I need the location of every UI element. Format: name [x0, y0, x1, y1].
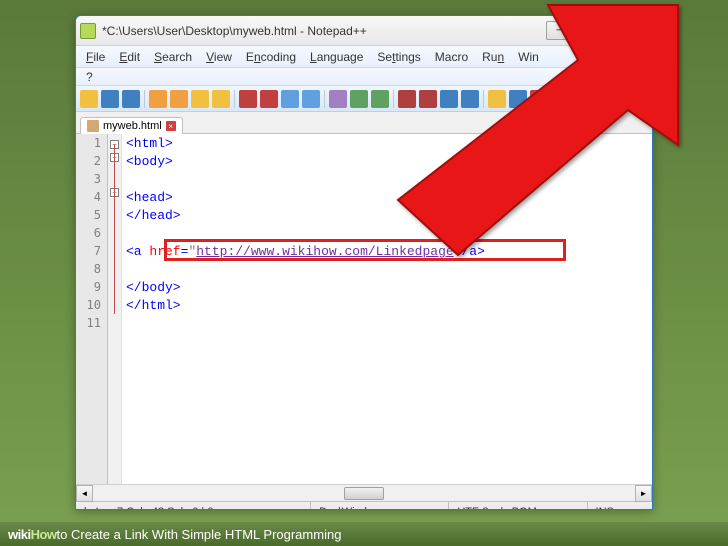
line-number: 7 — [76, 244, 107, 262]
fold-column: − − − — [108, 134, 122, 484]
toolbar-button[interactable] — [440, 90, 458, 108]
toolbar-button[interactable] — [419, 90, 437, 108]
line-number: 1 — [76, 136, 107, 154]
minimize-button[interactable]: ─ — [546, 21, 574, 40]
line-number: 11 — [76, 316, 107, 334]
line-number: 6 — [76, 226, 107, 244]
maximize-button[interactable]: ☐ — [576, 21, 604, 40]
app-window: *C:\Users\User\Desktop\myweb.html - Note… — [75, 15, 653, 510]
statusbar: le Ln : 7 Col : 43 Sel : 0 | 0 Dos\Windo… — [76, 501, 652, 510]
menu-view[interactable]: View — [199, 48, 239, 66]
toolbar-button[interactable] — [212, 90, 230, 108]
window-title: *C:\Users\User\Desktop\myweb.html - Note… — [102, 24, 546, 38]
toolbar-button[interactable] — [149, 90, 167, 108]
line-number: 4 — [76, 190, 107, 208]
toolbar-button[interactable] — [329, 90, 347, 108]
tab-myweb[interactable]: myweb.html × — [80, 117, 183, 134]
menu-macro[interactable]: Macro — [428, 48, 475, 66]
footer-caption: wikiHow to Create a Link With Simple HTM… — [0, 522, 728, 546]
code-area[interactable]: <html><body> <head></head> <a href="http:/… — [122, 134, 652, 484]
toolbar-button[interactable] — [122, 90, 140, 108]
toolbar-button[interactable] — [530, 90, 548, 108]
line-number-gutter: 1234567891011 — [76, 134, 108, 484]
close-button[interactable]: ✕ — [606, 21, 648, 40]
line-number: 9 — [76, 280, 107, 298]
scroll-left-icon[interactable]: ◄ — [76, 485, 93, 502]
wikihow-logo: wikiHow — [8, 527, 57, 542]
toolbar-button[interactable] — [371, 90, 389, 108]
tab-close-icon[interactable]: × — [166, 121, 176, 131]
code-line[interactable]: <body> — [126, 154, 648, 172]
toolbar-button[interactable] — [191, 90, 209, 108]
scroll-thumb[interactable] — [344, 487, 384, 500]
menubar-row2: ? — [76, 68, 652, 86]
code-line[interactable] — [126, 172, 648, 190]
toolbar-button[interactable] — [101, 90, 119, 108]
line-number: 10 — [76, 298, 107, 316]
horizontal-scrollbar[interactable]: ◄ ► — [76, 484, 652, 501]
status-position: le Ln : 7 Col : 43 Sel : 0 | 0 — [76, 502, 311, 510]
toolbar-button[interactable] — [302, 90, 320, 108]
toolbar-button[interactable] — [461, 90, 479, 108]
toolbar-button[interactable] — [398, 90, 416, 108]
menu-help[interactable]: ? — [79, 68, 100, 86]
toolbar-button[interactable] — [80, 90, 98, 108]
status-eol: Dos\Windows — [311, 502, 449, 510]
code-line[interactable] — [126, 316, 648, 334]
code-line[interactable] — [126, 262, 648, 280]
code-line[interactable]: </head> — [126, 208, 648, 226]
scroll-right-icon[interactable]: ► — [635, 485, 652, 502]
code-line[interactable] — [126, 226, 648, 244]
menu-edit[interactable]: Edit — [112, 48, 147, 66]
code-line[interactable]: </html> — [126, 298, 648, 316]
tab-label: myweb.html — [103, 120, 162, 132]
titlebar[interactable]: *C:\Users\User\Desktop\myweb.html - Note… — [76, 16, 652, 46]
line-number: 8 — [76, 262, 107, 280]
line-number: 2 — [76, 154, 107, 172]
toolbar-button[interactable] — [350, 90, 368, 108]
toolbar-button[interactable] — [281, 90, 299, 108]
code-line[interactable]: </body> — [126, 280, 648, 298]
menubar: File Edit Search View Encoding Language … — [76, 46, 652, 68]
toolbar-button[interactable] — [488, 90, 506, 108]
line-number: 3 — [76, 172, 107, 190]
menu-language[interactable]: Language — [303, 48, 370, 66]
menu-run[interactable]: Run — [475, 48, 511, 66]
menu-search[interactable]: Search — [147, 48, 199, 66]
toolbar-button[interactable] — [260, 90, 278, 108]
tab-bar: myweb.html × — [76, 112, 652, 134]
code-line[interactable]: <a href="http://www.wikihow.com/Linkedpa… — [126, 244, 648, 262]
status-encoding: UTF-8 w/o BOM — [449, 502, 587, 510]
line-number: 5 — [76, 208, 107, 226]
code-line[interactable]: <head> — [126, 190, 648, 208]
app-icon — [80, 23, 96, 39]
toolbar-button[interactable] — [239, 90, 257, 108]
menu-settings[interactable]: Settings — [370, 48, 427, 66]
menu-file[interactable]: File — [79, 48, 112, 66]
file-icon — [87, 120, 99, 132]
toolbar-button[interactable] — [170, 90, 188, 108]
menu-encoding[interactable]: Encoding — [239, 48, 303, 66]
status-mode: INS — [588, 502, 652, 510]
code-line[interactable]: <html> — [126, 136, 648, 154]
footer-title: to Create a Link With Simple HTML Progra… — [57, 527, 342, 542]
menu-window[interactable]: Win — [511, 48, 546, 66]
editor-area: 1234567891011 − − − <html><body><head></… — [76, 134, 652, 484]
toolbar — [76, 86, 652, 112]
toolbar-button[interactable] — [509, 90, 527, 108]
